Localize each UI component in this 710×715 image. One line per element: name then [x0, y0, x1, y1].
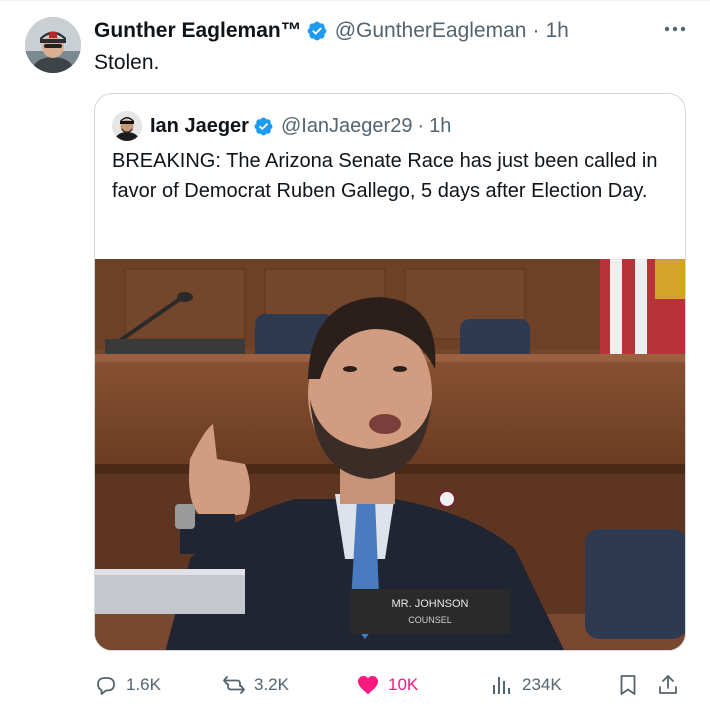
share-button[interactable]	[656, 669, 688, 701]
author-handle[interactable]: @GuntherEagleman	[335, 19, 527, 43]
quoted-author-display-name[interactable]: Ian Jaeger	[150, 115, 249, 138]
repost-count: 3.2K	[254, 675, 289, 694]
tweet-header: Gunther Eagleman™ @GuntherEagleman · 1h	[94, 15, 569, 47]
author-avatar-image	[25, 17, 81, 73]
tweet[interactable]: Gunther Eagleman™ @GuntherEagleman · 1h …	[0, 0, 710, 715]
bookmark-button[interactable]	[616, 669, 648, 701]
repost-icon	[223, 676, 245, 694]
verified-badge-icon[interactable]	[306, 20, 328, 42]
quoted-tweet[interactable]: Ian Jaeger @IanJaeger29 · 1h BREAKING: T…	[94, 93, 686, 651]
reply-count: 1.6K	[126, 675, 161, 694]
views-bar-chart-icon	[493, 677, 510, 694]
photo-illustration: MR. JOHNSON COUNSEL	[95, 259, 685, 650]
heart-filled-icon	[358, 676, 378, 695]
reply-icon	[97, 677, 115, 695]
more-options-icon[interactable]	[662, 19, 688, 39]
nameplate-line2: COUNSEL	[408, 615, 452, 625]
quoted-author-avatar[interactable]	[112, 111, 142, 141]
separator-dot: ·	[532, 19, 540, 42]
reply-button[interactable]: 1.6K	[94, 669, 161, 701]
quoted-tweet-text: BREAKING: The Arizona Senate Race has ju…	[112, 150, 658, 202]
like-count: 10K	[388, 675, 419, 694]
quoted-separator-dot: ·	[417, 114, 425, 137]
repost-button[interactable]: 3.2K	[222, 669, 289, 701]
quoted-tweet-timestamp[interactable]: 1h	[429, 115, 451, 138]
quoted-author-handle[interactable]: @IanJaeger29	[281, 115, 413, 138]
quoted-tweet-photo[interactable]: MR. JOHNSON COUNSEL	[95, 259, 685, 650]
quoted-verified-badge-icon[interactable]	[253, 116, 274, 137]
nameplate-line1: MR. JOHNSON	[392, 598, 469, 610]
views-button[interactable]: 234K	[490, 669, 562, 701]
tweet-text: Stolen.	[94, 51, 160, 74]
view-count: 234K	[522, 675, 562, 694]
like-button[interactable]: 10K	[356, 669, 418, 701]
quoted-tweet-header: Ian Jaeger @IanJaeger29 · 1h	[112, 111, 451, 141]
action-bar: 1.6K 3.2K 10K 234K	[94, 669, 690, 701]
quoted-author-avatar-image	[112, 111, 142, 141]
tweet-timestamp[interactable]: 1h	[545, 19, 568, 43]
author-avatar[interactable]	[25, 17, 81, 73]
bookmark-icon	[620, 675, 636, 695]
author-display-name[interactable]: Gunther Eagleman™	[94, 19, 302, 43]
share-upload-icon	[659, 675, 677, 694]
